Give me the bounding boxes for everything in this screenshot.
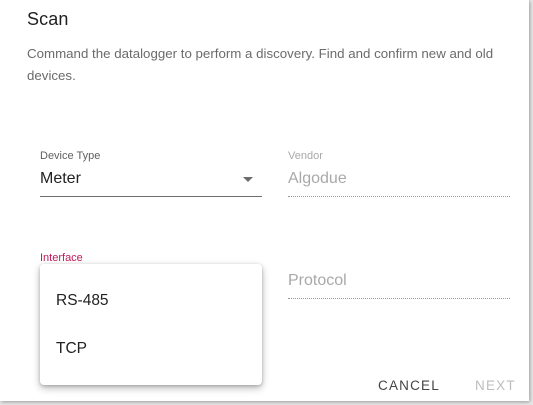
- protocol-placeholder: Protocol: [288, 272, 347, 289]
- caret-down-icon[interactable]: [243, 177, 253, 182]
- device-type-underline: [40, 196, 262, 197]
- next-button[interactable]: NEXT: [475, 378, 516, 393]
- page: Scan Command the datalogger to perform a…: [0, 0, 533, 405]
- device-type-label: Device Type: [40, 150, 101, 162]
- menu-item-rs-485[interactable]: RS-485: [40, 277, 262, 325]
- dialog-title: Scan: [27, 9, 69, 29]
- protocol-underline: [288, 298, 510, 299]
- device-type-value[interactable]: Meter: [40, 170, 81, 188]
- menu-item-tcp[interactable]: TCP: [40, 325, 262, 373]
- vendor-label: Vendor: [288, 150, 323, 162]
- dialog-description: Command the datalogger to perform a disc…: [27, 46, 494, 83]
- interface-dropdown-menu: RS-485 TCP: [40, 264, 262, 385]
- cancel-button[interactable]: CANCEL: [378, 378, 440, 393]
- scan-dialog: Scan Command the datalogger to perform a…: [0, 0, 529, 401]
- vendor-underline: [288, 196, 510, 197]
- interface-label: Interface: [40, 252, 83, 264]
- vendor-value: Algodue: [288, 170, 347, 187]
